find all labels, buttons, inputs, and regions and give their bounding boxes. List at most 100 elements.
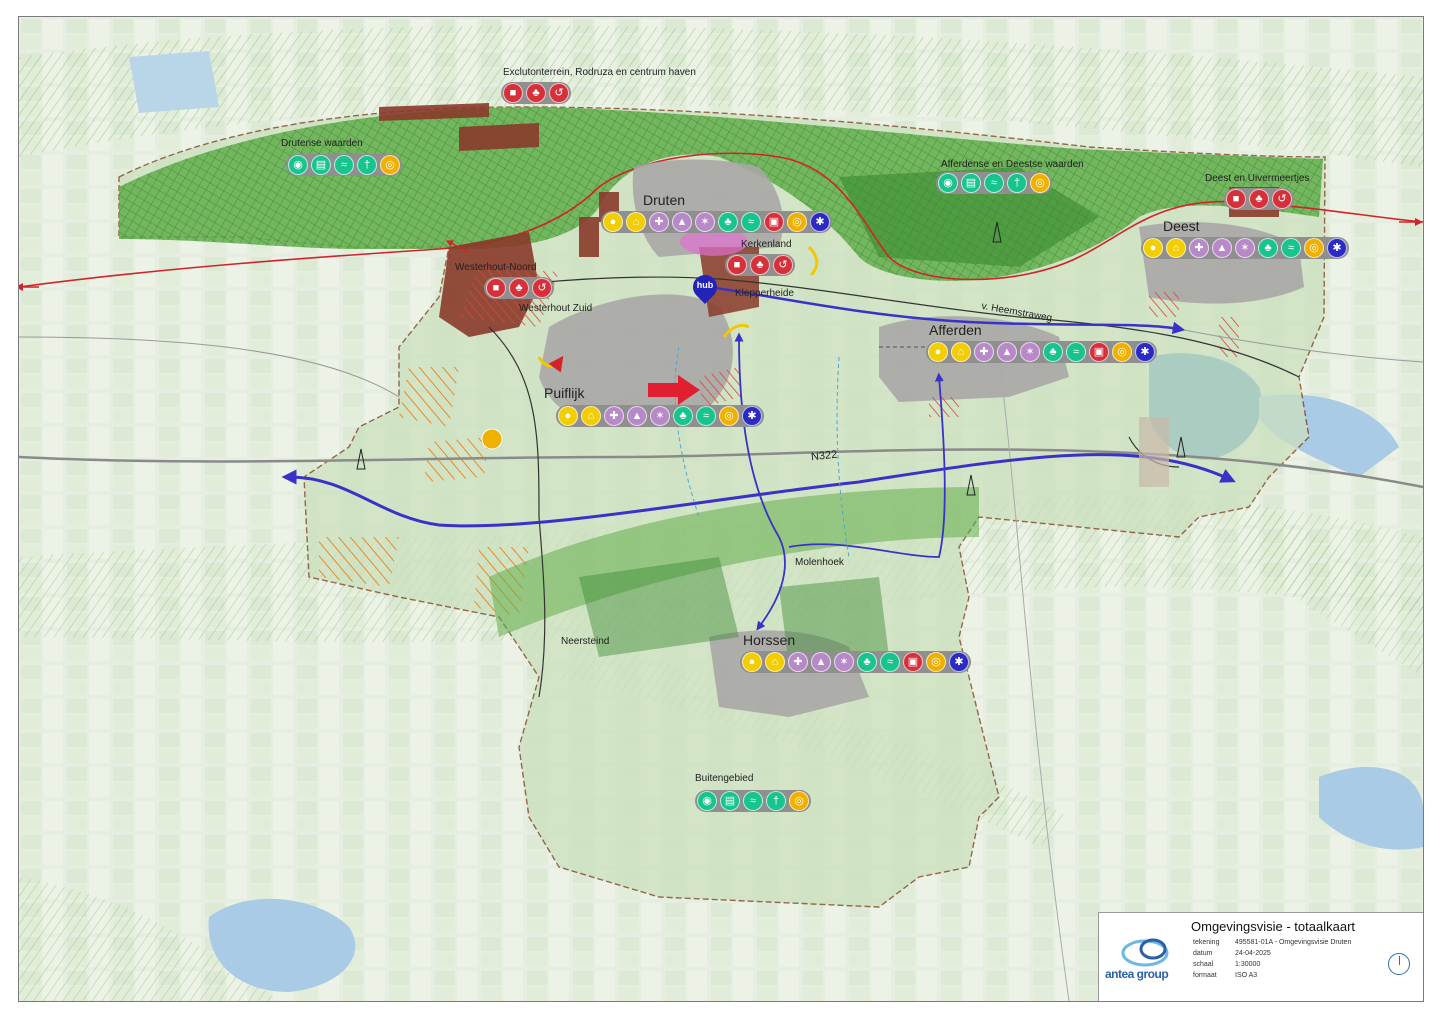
tb-key-datum: datum: [1193, 950, 1213, 957]
logo-text: antea group: [1105, 967, 1169, 981]
globe-icon[interactable]: ◎: [1030, 173, 1050, 193]
house-icon[interactable]: ⌂: [1166, 238, 1186, 258]
tree-icon[interactable]: ♣: [750, 255, 770, 275]
globe-icon[interactable]: ◎: [789, 791, 809, 811]
strip-exclutonterrein: ■ ♣ ↺: [501, 82, 571, 104]
house-icon[interactable]: ⌂: [951, 342, 971, 362]
water-icon[interactable]: ≈: [334, 155, 354, 175]
people-icon[interactable]: ●: [742, 652, 762, 672]
sport-icon[interactable]: ✶: [1235, 238, 1255, 258]
tractor-icon[interactable]: ▤: [961, 173, 981, 193]
globe-icon[interactable]: ◎: [719, 406, 739, 426]
people-icon[interactable]: ●: [928, 342, 948, 362]
cart-icon[interactable]: ▣: [903, 652, 923, 672]
globe-icon[interactable]: ◎: [926, 652, 946, 672]
people-icon[interactable]: ●: [558, 406, 578, 426]
walker-icon[interactable]: †: [766, 791, 786, 811]
water-icon[interactable]: ≈: [741, 212, 761, 232]
title-block: antea group Omgevingsvisie - totaalkaart…: [1098, 912, 1423, 1001]
house-icon[interactable]: ⌂: [581, 406, 601, 426]
tb-val-datum: 24-04-2025: [1235, 950, 1271, 957]
label-drutense-waarden: Drutense waarden: [281, 138, 363, 149]
north-arrow-icon: [1388, 953, 1410, 975]
tb-val-formaat: ISO A3: [1235, 972, 1258, 979]
school-icon[interactable]: ▲: [1212, 238, 1232, 258]
eye-icon[interactable]: ◉: [288, 155, 308, 175]
house-icon[interactable]: ⌂: [626, 212, 646, 232]
tree-icon[interactable]: ♣: [509, 278, 529, 298]
network-icon[interactable]: ✱: [1327, 238, 1347, 258]
map-canvas[interactable]: [19, 17, 1423, 1001]
tree-icon[interactable]: ♣: [1043, 342, 1063, 362]
briefcase-icon[interactable]: ■: [727, 255, 747, 275]
tree-icon[interactable]: ♣: [526, 83, 546, 103]
water-icon[interactable]: ≈: [696, 406, 716, 426]
water-icon[interactable]: ≈: [1281, 238, 1301, 258]
briefcase-icon[interactable]: ■: [503, 83, 523, 103]
network-icon[interactable]: ✱: [810, 212, 830, 232]
recycle-icon[interactable]: ↺: [549, 83, 569, 103]
school-icon[interactable]: ▲: [627, 406, 647, 426]
strip-deest-uivermeertjes: ■ ♣ ↺: [1224, 188, 1294, 210]
strip-puiflijk: ● ⌂ ✚ ▲ ✶ ♣ ≈ ◎ ✱: [556, 405, 764, 427]
strip-westerhout-noord: ■ ♣ ↺: [484, 277, 554, 299]
briefcase-icon[interactable]: ■: [486, 278, 506, 298]
sport-icon[interactable]: ✶: [834, 652, 854, 672]
strip-drutense-waarden: ◉ ▤ ≈ † ◎: [286, 154, 402, 176]
tree-icon[interactable]: ♣: [857, 652, 877, 672]
sport-icon[interactable]: ✶: [1020, 342, 1040, 362]
globe-icon[interactable]: ◎: [380, 155, 400, 175]
tree-icon[interactable]: ♣: [1249, 189, 1269, 209]
strip-deest: ● ⌂ ✚ ▲ ✶ ♣ ≈ ◎ ✱: [1141, 237, 1349, 259]
care-icon[interactable]: ✚: [1189, 238, 1209, 258]
sport-icon[interactable]: ✶: [650, 406, 670, 426]
cart-icon[interactable]: ▣: [764, 212, 784, 232]
school-icon[interactable]: ▲: [997, 342, 1017, 362]
recycle-icon[interactable]: ↺: [1272, 189, 1292, 209]
label-buitengebied: Buitengebied: [695, 773, 754, 784]
network-icon[interactable]: ✱: [1135, 342, 1155, 362]
strip-horssen: ● ⌂ ✚ ▲ ✶ ♣ ≈ ▣ ◎ ✱: [740, 651, 971, 673]
recycle-icon[interactable]: ↺: [773, 255, 793, 275]
people-icon[interactable]: ●: [1143, 238, 1163, 258]
label-deest-uivermeertjes: Deest en Uivermeertjes: [1205, 173, 1310, 184]
label-westerhout-noord: Westerhout-Noord: [455, 262, 537, 273]
globe-icon[interactable]: ◎: [1304, 238, 1324, 258]
globe-icon[interactable]: ◎: [787, 212, 807, 232]
school-icon[interactable]: ▲: [672, 212, 692, 232]
house-icon[interactable]: ⌂: [765, 652, 785, 672]
water-icon[interactable]: ≈: [743, 791, 763, 811]
care-icon[interactable]: ✚: [604, 406, 624, 426]
walker-icon[interactable]: †: [1007, 173, 1027, 193]
care-icon[interactable]: ✚: [649, 212, 669, 232]
tractor-icon[interactable]: ▤: [311, 155, 331, 175]
globe-icon[interactable]: ◎: [1112, 342, 1132, 362]
water-icon[interactable]: ≈: [1066, 342, 1086, 362]
care-icon[interactable]: ✚: [974, 342, 994, 362]
tree-icon[interactable]: ♣: [1258, 238, 1278, 258]
strip-buitengebied: ◉ ▤ ≈ † ◎: [695, 790, 811, 812]
people-icon[interactable]: ●: [603, 212, 623, 232]
network-icon[interactable]: ✱: [742, 406, 762, 426]
sport-icon[interactable]: ✶: [695, 212, 715, 232]
tree-icon[interactable]: ♣: [718, 212, 738, 232]
walker-icon[interactable]: †: [357, 155, 377, 175]
care-icon[interactable]: ✚: [788, 652, 808, 672]
water-icon[interactable]: ≈: [880, 652, 900, 672]
cart-icon[interactable]: ▣: [1089, 342, 1109, 362]
eye-icon[interactable]: ◉: [938, 173, 958, 193]
hub-label: hub: [696, 280, 714, 290]
tractor-icon[interactable]: ▤: [720, 791, 740, 811]
label-molenhoek: Molenhoek: [795, 557, 844, 568]
eye-icon[interactable]: ◉: [697, 791, 717, 811]
tb-val-schaal: 1:30000: [1235, 961, 1261, 968]
school-icon[interactable]: ▲: [811, 652, 831, 672]
network-icon[interactable]: ✱: [949, 652, 969, 672]
map-frame[interactable]: hub Exclutonterrein, Rodruza en centrum …: [18, 16, 1424, 1002]
tree-icon[interactable]: ♣: [673, 406, 693, 426]
briefcase-icon[interactable]: ■: [1226, 189, 1246, 209]
recycle-icon[interactable]: ↺: [532, 278, 552, 298]
label-westerhout-zuid: Westerhout Zuid: [519, 303, 593, 314]
label-kerkenland: Kerkenland: [741, 239, 792, 250]
water-icon[interactable]: ≈: [984, 173, 1004, 193]
